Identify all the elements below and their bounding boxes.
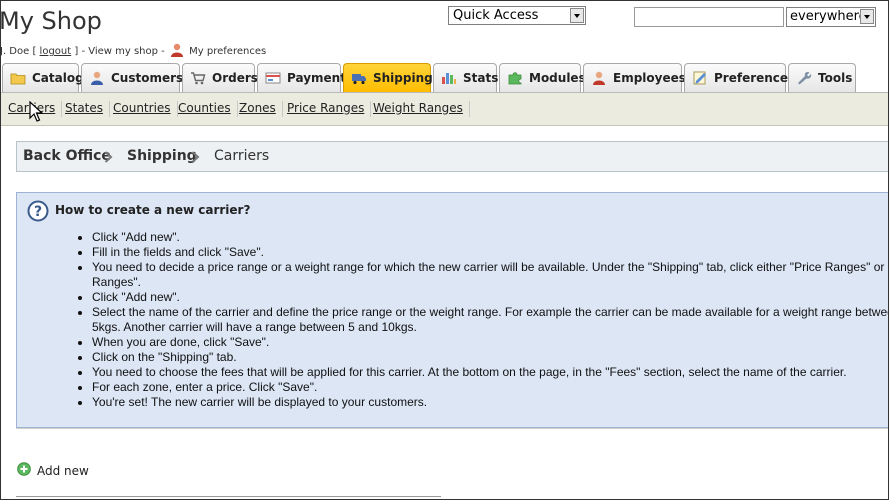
tab-label: Customers xyxy=(111,71,184,85)
tab-tools[interactable]: Tools xyxy=(788,63,856,92)
tab-payment[interactable]: Payment xyxy=(257,63,346,92)
add-icon xyxy=(17,462,31,479)
help-step: Click "Add new". xyxy=(92,290,888,305)
quick-access-select[interactable]: Quick Access xyxy=(448,6,586,25)
breadcrumb-carriers: Carriers xyxy=(214,148,270,164)
tab-label: Catalog xyxy=(32,71,84,85)
tab-modules[interactable]: Modules xyxy=(499,63,586,92)
shipping-subnav: Carriers States Countries Counties Zones… xyxy=(1,93,888,126)
content-divider xyxy=(16,428,888,429)
svg-text:?: ? xyxy=(34,204,42,220)
subnav-states[interactable]: States xyxy=(65,101,111,117)
help-steps: Click "Add new". Fill in the fields and … xyxy=(75,230,889,410)
tab-label: Employees xyxy=(613,71,686,85)
help-step: Click on the "Shipping" tab. xyxy=(92,350,888,365)
help-step-line: You need to decide a price range or a we… xyxy=(92,260,889,274)
add-new-link[interactable]: Add new xyxy=(17,462,89,479)
search-scope-select[interactable]: everywhere xyxy=(786,7,876,27)
user-line: J. Doe [ logout ] - View my shop - My pr… xyxy=(0,43,266,60)
bar-chart-icon xyxy=(441,71,457,85)
tab-label: Orders xyxy=(212,71,258,85)
user-preferences-icon xyxy=(170,43,184,60)
chevron-down-icon[interactable] xyxy=(860,9,874,24)
search-input[interactable] xyxy=(634,7,784,27)
tab-preferences[interactable]: Preferences xyxy=(684,63,795,92)
help-step-line: Ranges". xyxy=(92,275,141,289)
subnav-price-ranges[interactable]: Price Ranges xyxy=(287,101,372,117)
help-step: You need to decide a price range or a we… xyxy=(92,260,889,290)
breadcrumb-back-office[interactable]: Back Office xyxy=(23,148,111,164)
help-step: Click "Add new". xyxy=(92,230,888,245)
help-step-line: 5kgs. Another carrier will have a range … xyxy=(92,320,417,334)
shop-title: My Shop xyxy=(0,7,102,35)
preferences-icon xyxy=(692,71,708,85)
tab-catalog[interactable]: Catalog xyxy=(2,63,84,92)
app-window: My Shop J. Doe [ logout ] - View my shop… xyxy=(0,0,889,500)
subnav-counties[interactable]: Counties xyxy=(178,101,238,117)
user-name: J. Doe [ xyxy=(0,46,37,57)
search-scope-value: everywhere xyxy=(790,9,867,24)
chevron-right-icon xyxy=(104,151,113,163)
help-step: For each zone, enter a price. Click "Sav… xyxy=(92,380,888,395)
tab-label: Preferences xyxy=(714,71,796,85)
truck-icon xyxy=(351,71,367,85)
quick-access-value: Quick Access xyxy=(453,8,539,23)
help-step: You're set! The new carrier will be disp… xyxy=(92,395,888,410)
breadcrumb: Back Office Shipping Carriers xyxy=(16,141,888,172)
wrench-icon xyxy=(796,71,812,85)
payment-icon xyxy=(265,71,281,85)
my-preferences-link[interactable]: My preferences xyxy=(189,46,266,57)
tab-orders[interactable]: Orders xyxy=(182,63,258,92)
add-new-label: Add new xyxy=(37,463,89,478)
help-title: How to create a new carrier? xyxy=(55,203,251,217)
chevron-down-icon[interactable] xyxy=(570,8,584,23)
tab-label: Shipping xyxy=(373,71,433,85)
employee-icon xyxy=(591,71,607,85)
help-step: When you are done, click "Save". xyxy=(92,335,888,350)
tab-employees[interactable]: Employees xyxy=(583,63,686,92)
view-shop-link[interactable]: ] - View my shop - xyxy=(74,46,164,57)
help-step: You need to choose the fees that will be… xyxy=(92,365,888,380)
tab-label: Modules xyxy=(529,71,586,85)
folder-icon xyxy=(10,71,26,85)
help-step: Select the name of the carrier and defin… xyxy=(92,305,889,335)
tab-stats[interactable]: Stats xyxy=(433,63,499,92)
help-box: ? How to create a new carrier? Click "Ad… xyxy=(16,192,889,428)
help-step: Fill in the fields and click "Save". xyxy=(92,245,888,260)
breadcrumb-shipping[interactable]: Shipping xyxy=(127,148,197,164)
tab-label: Stats xyxy=(463,71,499,85)
help-step-line: Select the name of the carrier and defin… xyxy=(92,305,889,319)
logout-link[interactable]: logout xyxy=(40,46,72,57)
subnav-weight-ranges[interactable]: Weight Ranges xyxy=(373,101,470,117)
table-top-border xyxy=(16,496,441,497)
subnav-countries[interactable]: Countries xyxy=(113,101,178,117)
customer-icon xyxy=(89,71,105,85)
puzzle-icon xyxy=(507,71,523,85)
tab-label: Tools xyxy=(818,71,853,85)
tab-shipping[interactable]: Shipping xyxy=(343,63,433,92)
tab-customers[interactable]: Customers xyxy=(81,63,184,92)
subnav-zones[interactable]: Zones xyxy=(239,101,283,117)
chevron-right-icon xyxy=(191,151,200,163)
cart-icon xyxy=(190,71,206,85)
mouse-cursor-icon xyxy=(29,100,44,127)
main-tabs: Catalog Customers Orders Payment Shippin… xyxy=(1,63,888,93)
tab-label: Payment xyxy=(287,71,346,85)
help-question-icon: ? xyxy=(27,200,49,226)
